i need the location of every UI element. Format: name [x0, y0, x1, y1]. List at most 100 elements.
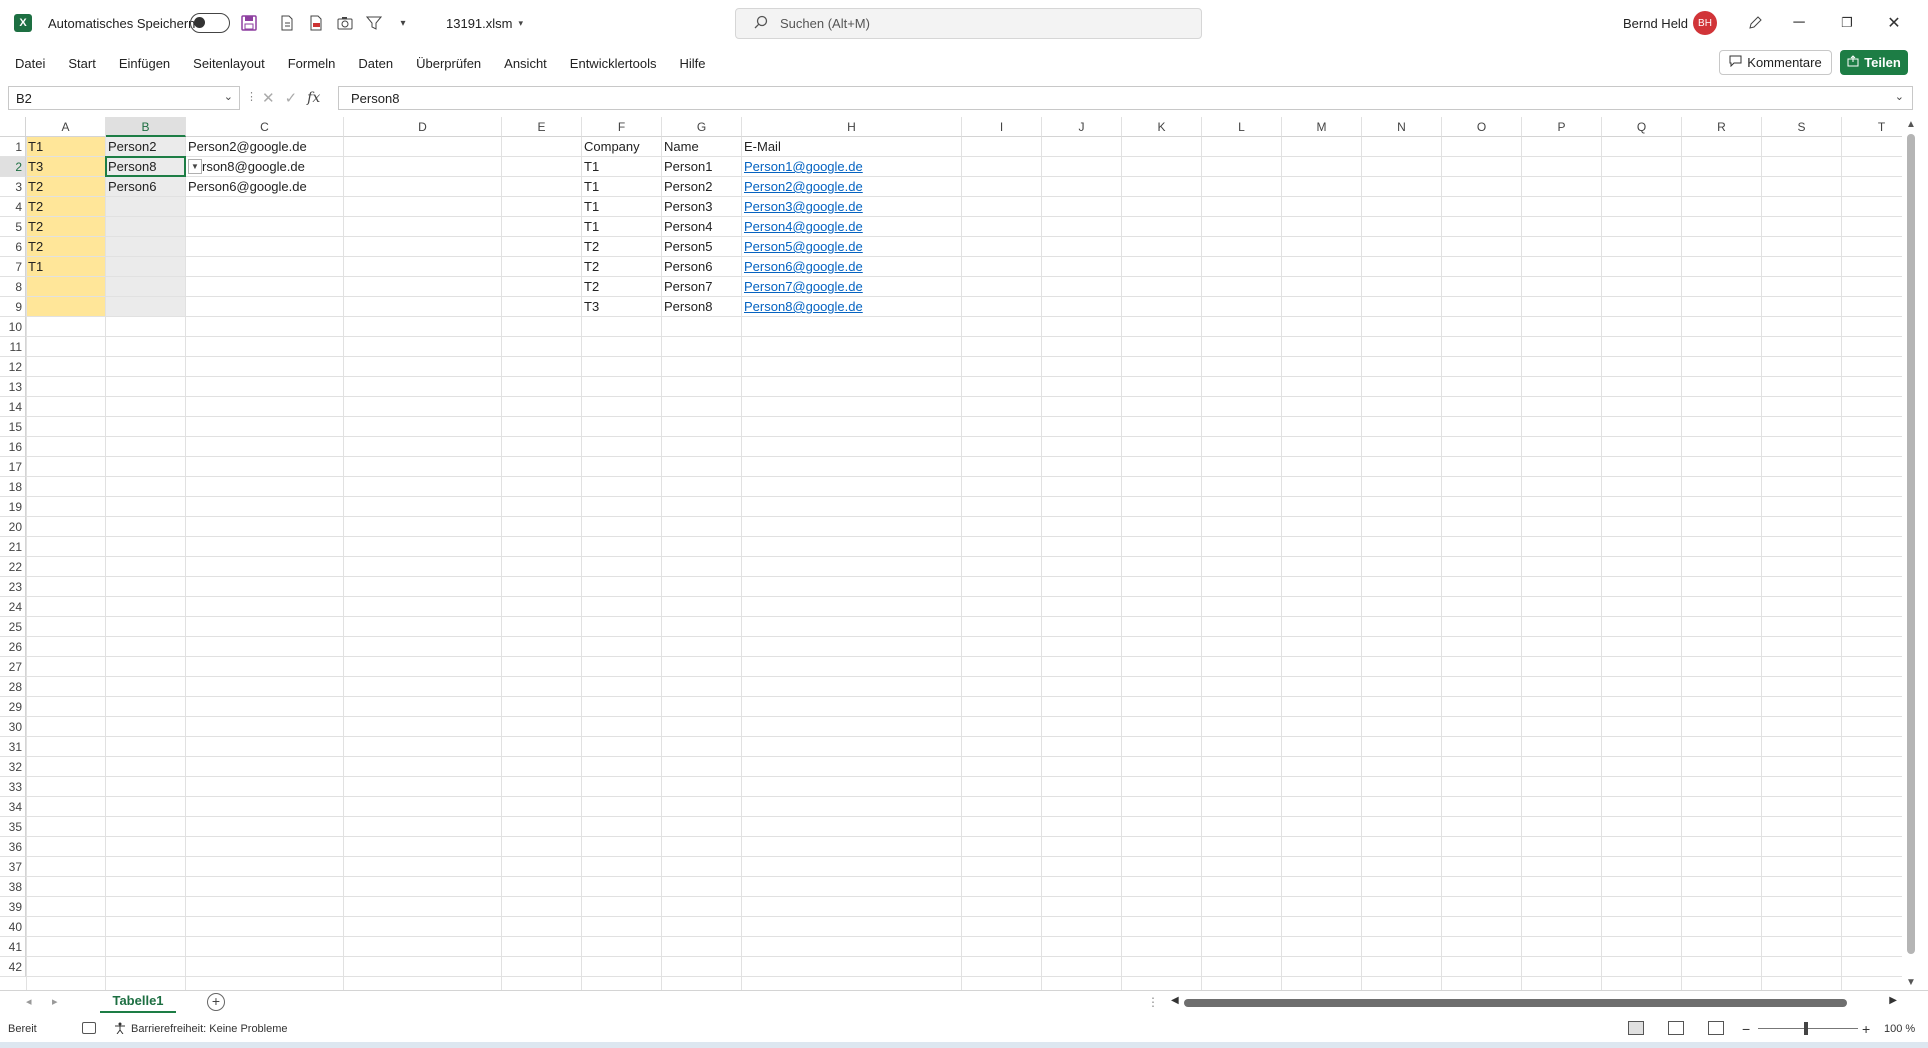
- cell-h5[interactable]: Person4@google.de: [742, 217, 962, 237]
- email-link[interactable]: Person7@google.de: [744, 279, 863, 294]
- close-icon[interactable]: ✕: [1871, 0, 1917, 46]
- row-header[interactable]: 11: [0, 337, 26, 357]
- tab-datei[interactable]: Datei: [7, 56, 53, 71]
- chevron-down-icon[interactable]: ▾: [518, 18, 523, 29]
- row-header[interactable]: 25: [0, 617, 26, 637]
- cell-a5[interactable]: T2: [26, 217, 106, 237]
- column-header-q[interactable]: Q: [1602, 117, 1682, 137]
- row-header[interactable]: 42: [0, 957, 26, 977]
- email-link[interactable]: Person1@google.de: [744, 159, 863, 174]
- cell-f4[interactable]: T1: [582, 197, 662, 217]
- cell-h8[interactable]: Person7@google.de: [742, 277, 962, 297]
- vertical-scroll-thumb[interactable]: [1907, 134, 1915, 954]
- cell-h9[interactable]: Person8@google.de: [742, 297, 962, 317]
- row-header[interactable]: 5: [0, 217, 26, 237]
- cell-g5[interactable]: Person4: [662, 217, 742, 237]
- save-icon[interactable]: [238, 12, 260, 34]
- row-header[interactable]: 6: [0, 237, 26, 257]
- tab-hilfe[interactable]: Hilfe: [672, 56, 714, 71]
- chevron-down-icon[interactable]: ⌄: [224, 90, 233, 103]
- vertical-scrollbar[interactable]: ▲ ▼: [1902, 117, 1920, 990]
- tab-formeln[interactable]: Formeln: [280, 56, 344, 71]
- zoom-slider[interactable]: [1758, 1028, 1858, 1029]
- row-header[interactable]: 30: [0, 717, 26, 737]
- column-header-i[interactable]: I: [962, 117, 1042, 137]
- cell-f1[interactable]: Company: [582, 137, 662, 157]
- column-header-s[interactable]: S: [1762, 117, 1842, 137]
- row-header[interactable]: 15: [0, 417, 26, 437]
- horizontal-scroll-thumb[interactable]: [1184, 999, 1847, 1007]
- column-header-j[interactable]: J: [1042, 117, 1122, 137]
- cell-a1[interactable]: T1: [26, 137, 106, 157]
- row-header[interactable]: 39: [0, 897, 26, 917]
- column-header-g[interactable]: G: [662, 117, 742, 137]
- restore-icon[interactable]: ❐: [1824, 0, 1870, 46]
- macro-recording-icon[interactable]: [82, 1022, 96, 1034]
- formula-input[interactable]: Person8 ⌄: [338, 86, 1913, 110]
- cell-h3[interactable]: Person2@google.de: [742, 177, 962, 197]
- sheet-nav-left-icon[interactable]: ◂: [26, 995, 32, 1008]
- column-header-c[interactable]: C: [186, 117, 344, 137]
- row-header[interactable]: 16: [0, 437, 26, 457]
- row-header[interactable]: 3: [0, 177, 26, 197]
- pdf-export-icon[interactable]: [305, 12, 327, 34]
- cell-c2[interactable]: rson8@google.de: [186, 157, 344, 177]
- row-header[interactable]: 29: [0, 697, 26, 717]
- column-header-h[interactable]: H: [742, 117, 962, 137]
- zoom-level[interactable]: 100 %: [1884, 1023, 1915, 1035]
- column-header-f[interactable]: F: [582, 117, 662, 137]
- avatar[interactable]: BH: [1693, 11, 1717, 35]
- row-header[interactable]: 13: [0, 377, 26, 397]
- cell-h6[interactable]: Person5@google.de: [742, 237, 962, 257]
- column-header-n[interactable]: N: [1362, 117, 1442, 137]
- row-header[interactable]: 41: [0, 937, 26, 957]
- cell-a2[interactable]: T3: [26, 157, 106, 177]
- cell-g3[interactable]: Person2: [662, 177, 742, 197]
- cell-g1[interactable]: Name: [662, 137, 742, 157]
- column-header-l[interactable]: L: [1202, 117, 1282, 137]
- cell-g8[interactable]: Person7: [662, 277, 742, 297]
- cell-g9[interactable]: Person8: [662, 297, 742, 317]
- accessibility-status[interactable]: Barrierefreiheit: Keine Probleme: [114, 1022, 288, 1037]
- cell-f5[interactable]: T1: [582, 217, 662, 237]
- tab-split-handle-icon[interactable]: ⋮: [1147, 995, 1159, 1009]
- column-header-p[interactable]: P: [1522, 117, 1602, 137]
- tab-entwicklertools[interactable]: Entwicklertools: [562, 56, 665, 71]
- cell-a4[interactable]: T2: [26, 197, 106, 217]
- tab-ansicht[interactable]: Ansicht: [496, 56, 555, 71]
- add-sheet-icon[interactable]: +: [207, 993, 225, 1011]
- row-header[interactable]: 19: [0, 497, 26, 517]
- cell-h4[interactable]: Person3@google.de: [742, 197, 962, 217]
- column-header-t[interactable]: T: [1842, 117, 1902, 137]
- zoom-in-icon[interactable]: +: [1862, 1021, 1870, 1037]
- cell-f3[interactable]: T1: [582, 177, 662, 197]
- autosave-toggle[interactable]: [190, 13, 230, 33]
- row-header[interactable]: 9: [0, 297, 26, 317]
- cell-h1[interactable]: E-Mail: [742, 137, 962, 157]
- new-document-icon[interactable]: [276, 12, 298, 34]
- sheet-nav-right-icon[interactable]: ▸: [52, 995, 58, 1008]
- email-link[interactable]: Person5@google.de: [744, 239, 863, 254]
- row-header[interactable]: 28: [0, 677, 26, 697]
- row-header[interactable]: 27: [0, 657, 26, 677]
- cell-b1[interactable]: Person2: [106, 137, 186, 157]
- expand-formula-icon[interactable]: ⌄: [1895, 90, 1904, 103]
- email-link[interactable]: Person8@google.de: [744, 299, 863, 314]
- row-header[interactable]: 38: [0, 877, 26, 897]
- cell-a7[interactable]: T1: [26, 257, 106, 277]
- resize-handle-icon[interactable]: ⋮: [246, 90, 257, 103]
- customize-quick-access-icon[interactable]: ▾: [392, 12, 414, 34]
- cell-g2[interactable]: Person1: [662, 157, 742, 177]
- cell-f2[interactable]: T1: [582, 157, 662, 177]
- worksheet-grid[interactable]: ABCDEFGHIJKLMNOPQRST 1 2 3 4 5 6 7 8 9 10 11 12 13 14…: [0, 117, 1902, 990]
- tab-seitenlayout[interactable]: Seitenlayout: [185, 56, 273, 71]
- page-layout-view-icon[interactable]: [1668, 1021, 1684, 1035]
- cell-h7[interactable]: Person6@google.de: [742, 257, 962, 277]
- scroll-left-icon[interactable]: ◀: [1171, 995, 1179, 1006]
- row-header[interactable]: 17: [0, 457, 26, 477]
- row-header[interactable]: 26: [0, 637, 26, 657]
- select-all-corner[interactable]: [0, 117, 26, 137]
- filter-icon[interactable]: [363, 12, 385, 34]
- cell-g4[interactable]: Person3: [662, 197, 742, 217]
- zoom-out-icon[interactable]: −: [1742, 1021, 1750, 1037]
